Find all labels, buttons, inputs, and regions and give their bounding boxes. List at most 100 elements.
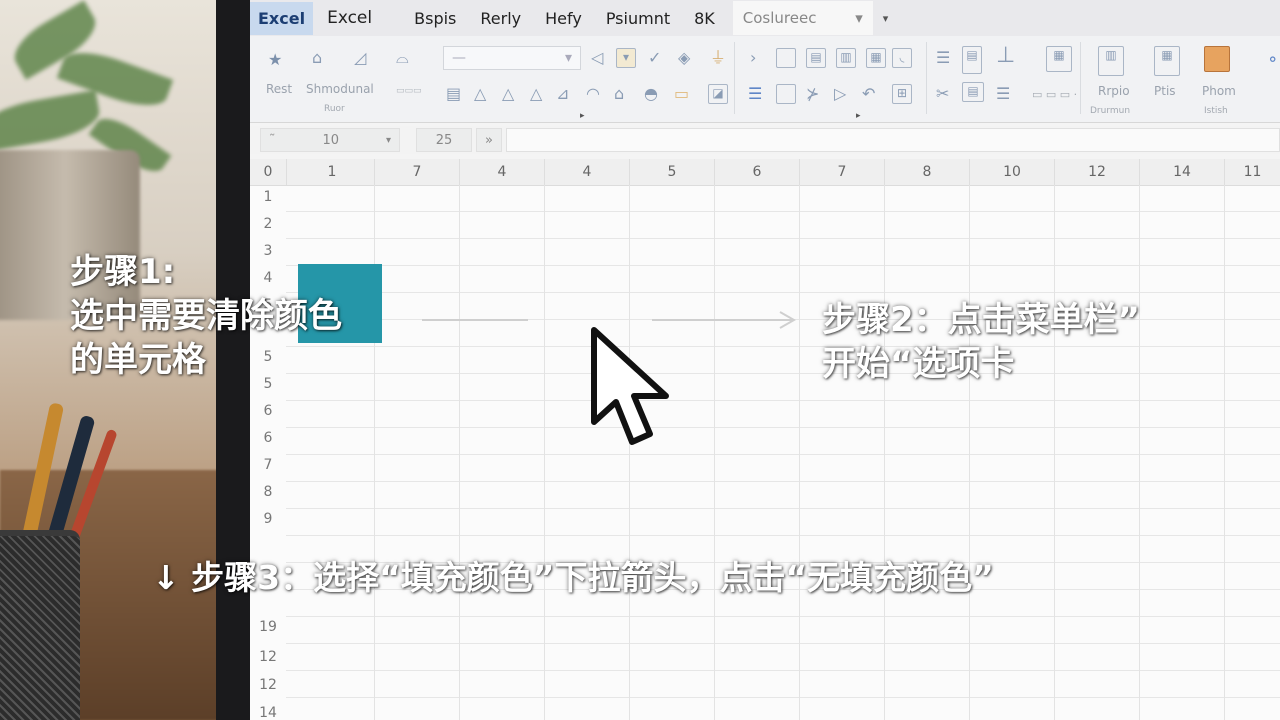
- row-header[interactable]: 7: [250, 457, 286, 473]
- column-header[interactable]: 7: [375, 159, 460, 185]
- column-header[interactable]: 12: [1055, 159, 1140, 185]
- box-icon[interactable]: ▤: [806, 48, 826, 68]
- table-style-icon[interactable]: ▦: [1154, 46, 1180, 76]
- row-header[interactable]: 9: [250, 511, 286, 527]
- column-header[interactable]: 6: [715, 159, 800, 185]
- chevron-down-icon: ▾: [385, 134, 391, 146]
- chevron-down-icon: ▾: [855, 9, 863, 27]
- filter-icon[interactable]: ⏚: [710, 48, 726, 68]
- scissors-icon[interactable]: ✂: [936, 84, 949, 104]
- plant-leaf: [0, 89, 103, 153]
- eraser-icon[interactable]: ◈: [678, 48, 690, 68]
- column-header[interactable]: 10: [970, 159, 1055, 185]
- row-header[interactable]: 8: [250, 484, 286, 500]
- menu-item-bspis[interactable]: Bspis: [402, 9, 468, 28]
- box-icon[interactable]: [776, 48, 796, 68]
- column-header[interactable]: 7: [800, 159, 885, 185]
- arrow-down-icon: ↓: [152, 558, 180, 597]
- menu-item-8k[interactable]: 8K: [682, 9, 727, 28]
- list-icon[interactable]: ☰: [936, 48, 950, 68]
- row-header[interactable]: 19: [250, 619, 286, 635]
- list-box-icon[interactable]: ▤: [962, 82, 984, 102]
- box-icon[interactable]: [776, 84, 796, 104]
- row-header[interactable]: 2: [250, 216, 286, 232]
- menu-item-hefy[interactable]: Hefy: [533, 9, 594, 28]
- column-header[interactable]: 5: [630, 159, 715, 185]
- spreadsheet-grid: 0 1 7 4 4 5 6 7 8 10 12 14 11 1 2 3 4 5 …: [250, 159, 1280, 720]
- box-icon[interactable]: ▥: [836, 48, 856, 68]
- column-header[interactable]: 0: [250, 159, 287, 185]
- column-header[interactable]: 4: [545, 159, 630, 185]
- cell-gridlines[interactable]: [286, 185, 1280, 720]
- border-box-icon[interactable]: ◪: [708, 84, 728, 104]
- check-icon[interactable]: ✓: [648, 48, 661, 68]
- dome-icon[interactable]: ◓: [644, 84, 658, 104]
- step1-line3: 的单元格: [70, 340, 206, 380]
- step3-text: 步骤3：选择“填充颜色”下拉箭头，点击“无填充颜色”: [191, 558, 994, 597]
- ribbon-toolbar: ★ ⌂ ◿ ⌓ Rest Shmodunal Ruor ▭▭▭ — ▾ ◁ ▾ …: [250, 36, 1280, 123]
- font-size-box[interactable]: ˜ 10 ▾: [260, 128, 400, 152]
- align-center-icon[interactable]: ☰: [748, 84, 762, 104]
- shape-icon[interactable]: ◠: [586, 84, 600, 104]
- dialog-launcher-icon[interactable]: ▸: [856, 111, 861, 121]
- box-icon[interactable]: ◟: [892, 48, 912, 68]
- triangle-outline-icon[interactable]: △: [474, 84, 486, 104]
- table-icon[interactable]: ▤: [962, 46, 982, 74]
- ribbon-sublabel-small: ▭▭▭: [396, 86, 422, 96]
- star-icon[interactable]: ★: [268, 50, 282, 70]
- row-header[interactable]: 12: [250, 677, 286, 693]
- conditional-format-icon[interactable]: ▥: [1098, 46, 1124, 76]
- font-dropdown[interactable]: — ▾: [443, 46, 581, 70]
- expand-icon[interactable]: »: [476, 128, 502, 152]
- cell-style-icon[interactable]: [1204, 46, 1230, 72]
- row-header[interactable]: 12: [250, 649, 286, 665]
- triangle-icon[interactable]: ◁: [591, 48, 603, 68]
- row-header[interactable]: 6: [250, 403, 286, 419]
- menu-item-psiumnt[interactable]: Psiumnt: [594, 9, 682, 28]
- dialog-launcher-icon[interactable]: ▸: [580, 111, 585, 121]
- fill-color-icon[interactable]: ▭: [674, 84, 689, 104]
- row-header[interactable]: 1: [250, 189, 286, 205]
- formula-bar: ˜ 10 ▾ 25 »: [250, 126, 1280, 154]
- shape-icon[interactable]: ⌂: [614, 84, 624, 104]
- triangle-outline-icon[interactable]: △: [530, 84, 542, 104]
- highlight-icon[interactable]: ⊿: [556, 84, 569, 104]
- name-box[interactable]: 25: [416, 128, 472, 152]
- menu-combo-box[interactable]: Coslureec ▾: [732, 1, 873, 35]
- column-header[interactable]: 4: [460, 159, 545, 185]
- font-dropdown-value: —: [452, 50, 466, 66]
- row-header[interactable]: 6: [250, 430, 286, 446]
- triangle-outline-icon[interactable]: △: [502, 84, 514, 104]
- list-icon[interactable]: ☰: [996, 84, 1010, 104]
- column-header[interactable]: 11: [1225, 159, 1280, 185]
- chevron-down-icon[interactable]: ▾: [883, 12, 889, 25]
- column-header[interactable]: 1: [290, 159, 375, 185]
- column-header[interactable]: 14: [1140, 159, 1225, 185]
- step3-annotation: ↓ 步骤3：选择“填充颜色”下拉箭头，点击“无填充颜色”: [152, 556, 994, 600]
- format-icon[interactable]: ⌓: [396, 48, 409, 68]
- menu-item-rerly[interactable]: Rerly: [468, 9, 533, 28]
- row-header[interactable]: 14: [250, 705, 286, 720]
- step1-annotation: 步骤1: 选中需要清除颜色 的单元格: [70, 250, 342, 382]
- step2-line1: 步骤2：点击菜单栏”: [822, 300, 1141, 340]
- decimal-icons[interactable]: ▭ ▭ ▭ ·: [1032, 88, 1077, 101]
- edit-icon[interactable]: ◿: [354, 48, 366, 68]
- merge-icon[interactable]: ⊁: [806, 84, 819, 104]
- border-icon[interactable]: ▤: [446, 84, 461, 104]
- fill-dropdown-icon[interactable]: ▾: [616, 48, 636, 68]
- home-icon[interactable]: ⌂: [312, 48, 322, 68]
- grid-icon[interactable]: ⊞: [892, 84, 912, 104]
- arrow-right-icon[interactable]: ›: [750, 48, 756, 68]
- ribbon-label-ptis: Ptis: [1154, 84, 1176, 98]
- formula-input[interactable]: [506, 128, 1280, 152]
- column-header[interactable]: 8: [885, 159, 970, 185]
- chart-icon[interactable]: ⊥: [996, 45, 1015, 67]
- box-icon[interactable]: ▦: [866, 48, 886, 68]
- cells-icon[interactable]: ⚬: [1266, 50, 1279, 70]
- rotate-icon[interactable]: ↶: [862, 84, 875, 104]
- step2-annotation: 步骤2：点击菜单栏” 开始“选项卡: [822, 298, 1140, 386]
- ribbon-label-rrpio: Rrpio: [1098, 84, 1130, 98]
- table-icon[interactable]: ▦: [1046, 46, 1072, 72]
- play-icon[interactable]: ▷: [834, 84, 846, 104]
- menu-item-excel[interactable]: Excel: [315, 8, 384, 28]
